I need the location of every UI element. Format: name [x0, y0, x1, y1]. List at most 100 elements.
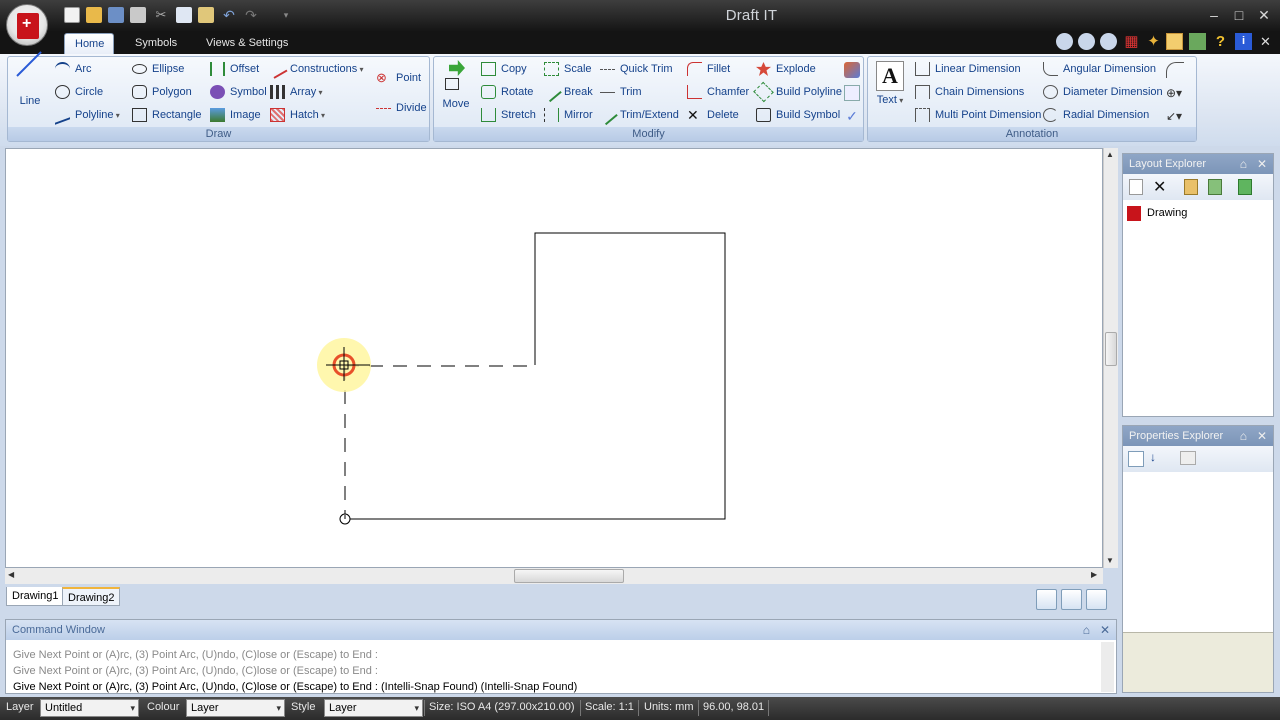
zoom-in-icon[interactable]	[1100, 33, 1117, 50]
copy-button[interactable]: Copy	[481, 60, 527, 78]
paste-icon[interactable]	[198, 7, 214, 23]
list-tool-icon[interactable]	[844, 85, 860, 101]
break-button[interactable]: Break	[541, 81, 593, 103]
horizontal-scrollbar[interactable]: ◀ ▶	[5, 568, 1103, 584]
print-icon[interactable]	[130, 7, 146, 23]
arc-button[interactable]: Arc	[55, 60, 92, 78]
angular-dimension-button[interactable]: Angular Dimension	[1043, 60, 1156, 78]
arrow-style-icon[interactable]: ↙▾	[1166, 108, 1192, 124]
close-window-button[interactable]: ✕	[1254, 6, 1274, 24]
ortho-icon[interactable]	[1166, 33, 1183, 50]
tab-home[interactable]: Home	[64, 33, 114, 54]
open-folder-icon[interactable]	[86, 7, 102, 23]
tab-drawing2[interactable]: Drawing2	[62, 587, 121, 606]
delete-layout-icon[interactable]: ✕	[1153, 177, 1166, 197]
trim-button[interactable]: Trim	[600, 83, 642, 101]
polar-mode-icon[interactable]	[1086, 589, 1107, 610]
close-icon[interactable]: ✕	[1100, 620, 1110, 640]
sort-alphabetical-icon[interactable]: ↓	[1150, 450, 1156, 464]
layout-properties-icon[interactable]	[1184, 179, 1198, 195]
scroll-left-icon[interactable]: ◀	[8, 570, 14, 579]
scroll-down-icon[interactable]: ▼	[1106, 556, 1114, 565]
horizontal-scroll-thumb[interactable]	[514, 569, 624, 583]
line-button[interactable]: Line	[14, 51, 46, 107]
categorized-icon[interactable]	[1128, 451, 1144, 467]
dimension-style-icon[interactable]: ⊕▾	[1166, 85, 1192, 101]
array-button[interactable]: Array	[270, 83, 323, 101]
symbol-button[interactable]: Symbol	[210, 83, 267, 101]
redo-icon[interactable]: ↷	[243, 7, 259, 23]
copy-icon[interactable]	[176, 7, 192, 23]
linear-dimension-button[interactable]: Linear Dimension	[915, 60, 1021, 78]
pin-icon[interactable]: ⌂	[1240, 154, 1247, 174]
customize-toolbar-icon[interactable]: ▾	[278, 7, 294, 23]
properties-tool-icon[interactable]	[844, 62, 860, 78]
minimize-button[interactable]: –	[1204, 6, 1224, 24]
pin-icon[interactable]: ⌂	[1083, 620, 1090, 640]
tab-views-settings[interactable]: Views & Settings	[196, 33, 298, 54]
refresh-icon[interactable]	[1189, 33, 1206, 50]
quick-trim-button[interactable]: Quick Trim	[600, 60, 673, 78]
layer-select[interactable]: Untitled	[40, 699, 139, 717]
offset-button[interactable]: Offset	[210, 60, 259, 78]
new-file-icon[interactable]	[64, 7, 80, 23]
radial-dimension-button[interactable]: Radial Dimension	[1043, 106, 1149, 124]
constructions-button[interactable]: Constructions	[267, 59, 364, 79]
scale-button[interactable]: Scale	[544, 60, 592, 78]
build-symbol-button[interactable]: Build Symbol	[756, 106, 840, 124]
hatch-button[interactable]: Hatch	[270, 106, 325, 124]
zoom-out-icon[interactable]	[1078, 33, 1095, 50]
leader-icon[interactable]	[1166, 62, 1184, 78]
zoom-window-icon[interactable]	[1056, 33, 1073, 50]
cut-icon[interactable]: ✂	[153, 7, 169, 23]
colour-select[interactable]: Layer	[186, 699, 285, 717]
tab-symbols[interactable]: Symbols	[125, 33, 187, 54]
restore-button[interactable]: □	[1229, 6, 1249, 24]
text-button[interactable]: A Text	[874, 61, 906, 106]
style-select[interactable]: Layer	[324, 699, 423, 717]
chain-dimensions-button[interactable]: Chain Dimensions	[915, 83, 1024, 101]
scroll-up-icon[interactable]: ▲	[1106, 150, 1114, 159]
snap-mode-icon[interactable]	[1036, 589, 1057, 610]
close-ribbon-icon[interactable]: ✕	[1257, 33, 1274, 50]
multi-point-dimension-button[interactable]: Multi Point Dimension	[915, 106, 1041, 124]
diameter-dimension-button[interactable]: Diameter Dimension	[1043, 83, 1163, 101]
application-menu-button[interactable]	[6, 4, 48, 46]
ortho-mode-icon[interactable]	[1061, 589, 1082, 610]
property-pages-icon[interactable]	[1180, 451, 1196, 465]
help-icon[interactable]: ?	[1212, 33, 1229, 50]
explode-button[interactable]: Explode	[756, 60, 816, 78]
chamfer-button[interactable]: Chamfer	[687, 83, 749, 101]
circle-button[interactable]: Circle	[55, 83, 103, 101]
mirror-button[interactable]: Mirror	[544, 106, 593, 124]
new-layout-icon[interactable]	[1129, 179, 1143, 195]
pin-icon[interactable]: ⌂	[1240, 426, 1247, 446]
divide-button[interactable]: Divide	[376, 99, 427, 117]
point-button[interactable]: ⊗ Point	[376, 69, 421, 87]
polygon-button[interactable]: Polygon	[132, 83, 192, 101]
info-icon[interactable]: i	[1235, 33, 1252, 50]
rotate-button[interactable]: Rotate	[481, 83, 533, 101]
undo-icon[interactable]: ↶	[221, 7, 237, 23]
vertical-scroll-thumb[interactable]	[1105, 332, 1117, 366]
tab-drawing1[interactable]: Drawing1	[6, 587, 65, 606]
snap-icon[interactable]: ✦	[1145, 33, 1162, 50]
build-polyline-button[interactable]: Build Polyline	[753, 81, 842, 103]
scroll-right-icon[interactable]: ▶	[1091, 570, 1097, 579]
move-button[interactable]: Move	[440, 60, 472, 110]
add-layout-icon[interactable]	[1238, 179, 1252, 195]
fillet-button[interactable]: Fillet	[687, 60, 730, 78]
close-icon[interactable]: ✕	[1257, 154, 1267, 174]
refresh-layout-icon[interactable]	[1208, 179, 1222, 195]
command-scrollbar[interactable]	[1101, 642, 1114, 692]
grid-icon[interactable]: ▦	[1123, 33, 1140, 50]
match-properties-icon[interactable]: ✓	[844, 108, 860, 124]
ellipse-button[interactable]: Ellipse	[132, 60, 184, 78]
drawing-canvas[interactable]	[5, 148, 1103, 568]
delete-button[interactable]: ✕ Delete	[687, 106, 739, 124]
trim-extend-button[interactable]: Trim/Extend	[597, 104, 679, 126]
close-icon[interactable]: ✕	[1257, 426, 1267, 446]
save-icon[interactable]	[108, 7, 124, 23]
rectangle-button[interactable]: Rectangle	[132, 106, 202, 124]
stretch-button[interactable]: Stretch	[481, 106, 536, 124]
